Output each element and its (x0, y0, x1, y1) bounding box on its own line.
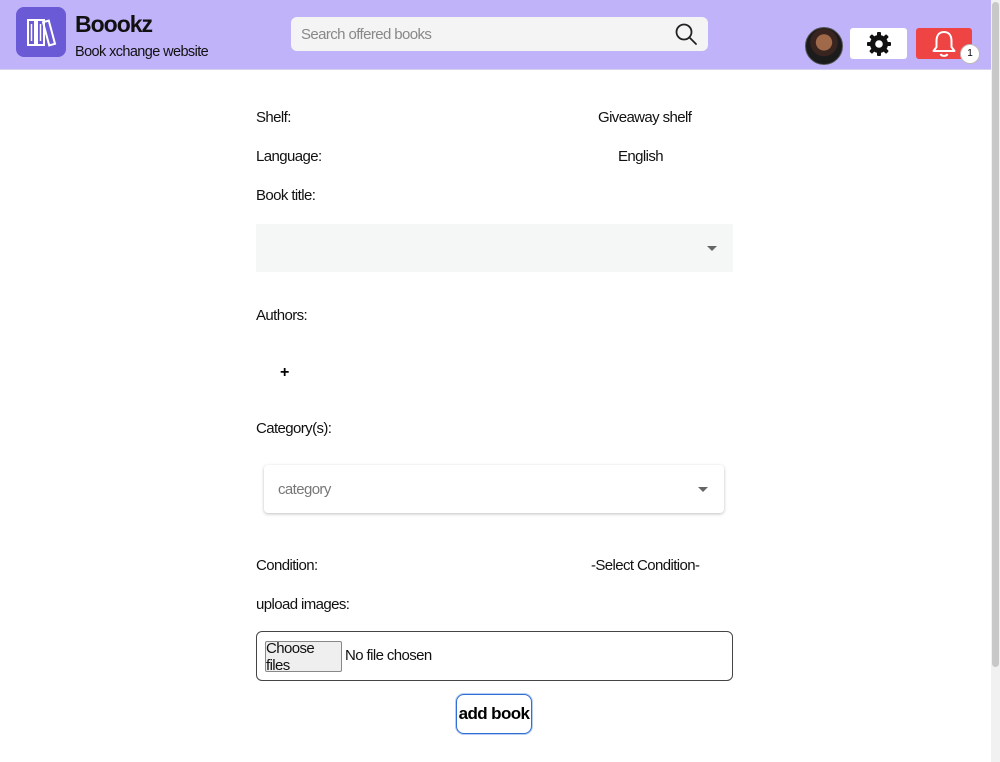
add-author-button[interactable]: + (280, 364, 289, 382)
scrollbar-thumb[interactable] (992, 2, 999, 667)
categories-label: Category(s): (256, 420, 332, 437)
authors-label: Authors: (256, 307, 308, 324)
choose-files-button[interactable]: Choose files (265, 640, 342, 674)
no-file-text: No file chosen (345, 647, 432, 664)
avatar[interactable] (805, 27, 843, 65)
settings-button[interactable] (850, 28, 907, 59)
upload-images-label: upload images: (256, 596, 350, 613)
shelf-value[interactable]: Giveaway shelf (598, 109, 692, 126)
notification-count-badge: 1 (960, 44, 980, 64)
bell-icon (932, 30, 956, 57)
category-select[interactable]: category (264, 465, 724, 513)
file-upload-field: Choose files No file chosen (256, 631, 733, 681)
category-placeholder: category (278, 481, 331, 498)
search-bar (291, 17, 708, 51)
book-title-select[interactable] (256, 224, 733, 272)
books-icon (27, 19, 57, 47)
language-label: Language: (256, 148, 322, 165)
top-navbar: Boookz Book xchange website 1 (0, 0, 1000, 70)
search-icon[interactable] (674, 22, 698, 46)
condition-select[interactable]: -Select Condition- (591, 557, 700, 574)
brand-subtitle: Book xchange website (75, 44, 209, 60)
scrollbar[interactable] (991, 0, 1000, 762)
chevron-down-icon (698, 487, 708, 492)
logo[interactable] (16, 7, 66, 57)
book-title-label: Book title: (256, 187, 316, 204)
condition-label: Condition: (256, 557, 318, 574)
shelf-label: Shelf: (256, 109, 291, 126)
language-value[interactable]: English (618, 148, 664, 165)
chevron-down-icon (707, 246, 717, 251)
add-book-button[interactable]: add book (456, 694, 532, 734)
gear-icon (866, 31, 891, 56)
search-input[interactable] (291, 17, 661, 51)
brand-title[interactable]: Boookz (75, 11, 153, 38)
